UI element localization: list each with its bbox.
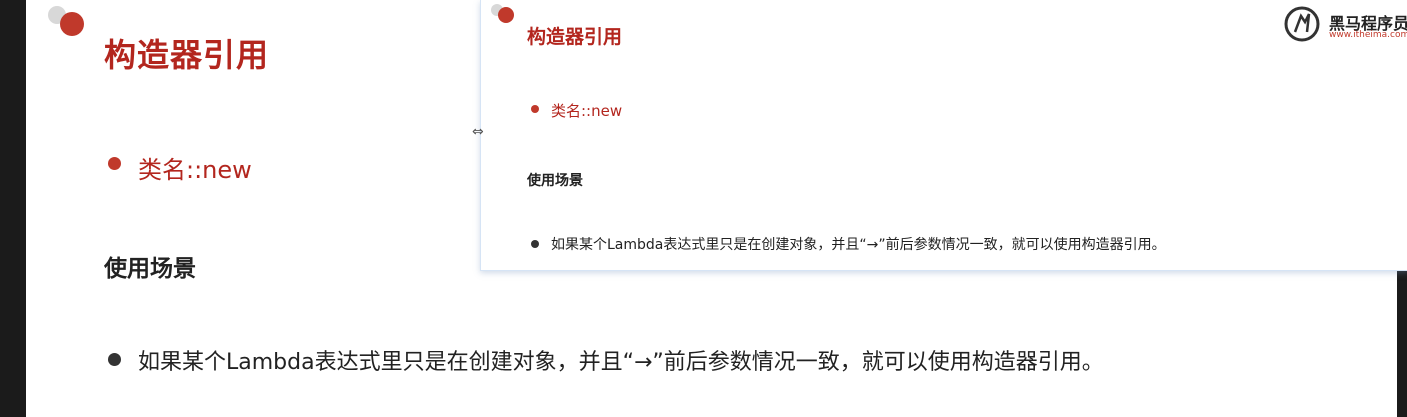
logo-url: www.itheima.com (1329, 30, 1407, 40)
overlay-title-dot (498, 7, 514, 23)
resize-horizontal-icon[interactable]: ⇔ (472, 124, 484, 140)
title-dot (60, 12, 84, 36)
overlay-bullet-dot-dark (531, 240, 539, 248)
overlay-title: 构造器引用 (527, 26, 623, 48)
page-title: 构造器引用 (104, 36, 270, 74)
bullet-dot-dark (108, 353, 121, 366)
horse-logo-icon (1284, 6, 1320, 42)
overlay-section-heading: 使用场景 (527, 173, 583, 189)
bullet-dot-red (108, 157, 121, 170)
overlay-bullet-dot-red (531, 105, 539, 113)
overlay-usage-text: 如果某个Lambda表达式里只是在创建对象，并且“→”前后参数情况一致，就可以使… (551, 237, 1166, 253)
bullet-class-new: 类名::new (138, 156, 252, 184)
brand-logo: 黑马程序员 www.itheima.com (1281, 4, 1407, 44)
section-heading: 使用场景 (104, 256, 196, 282)
usage-text: 如果某个Lambda表达式里只是在创建对象，并且“→”前后参数情况一致，就可以使… (138, 350, 1104, 375)
preview-overlay[interactable]: 构造器引用 类名::new 使用场景 如果某个Lambda表达式里只是在创建对象… (480, 0, 1407, 271)
left-frame-bar (0, 0, 26, 417)
overlay-bullet-class-new: 类名::new (551, 102, 623, 120)
